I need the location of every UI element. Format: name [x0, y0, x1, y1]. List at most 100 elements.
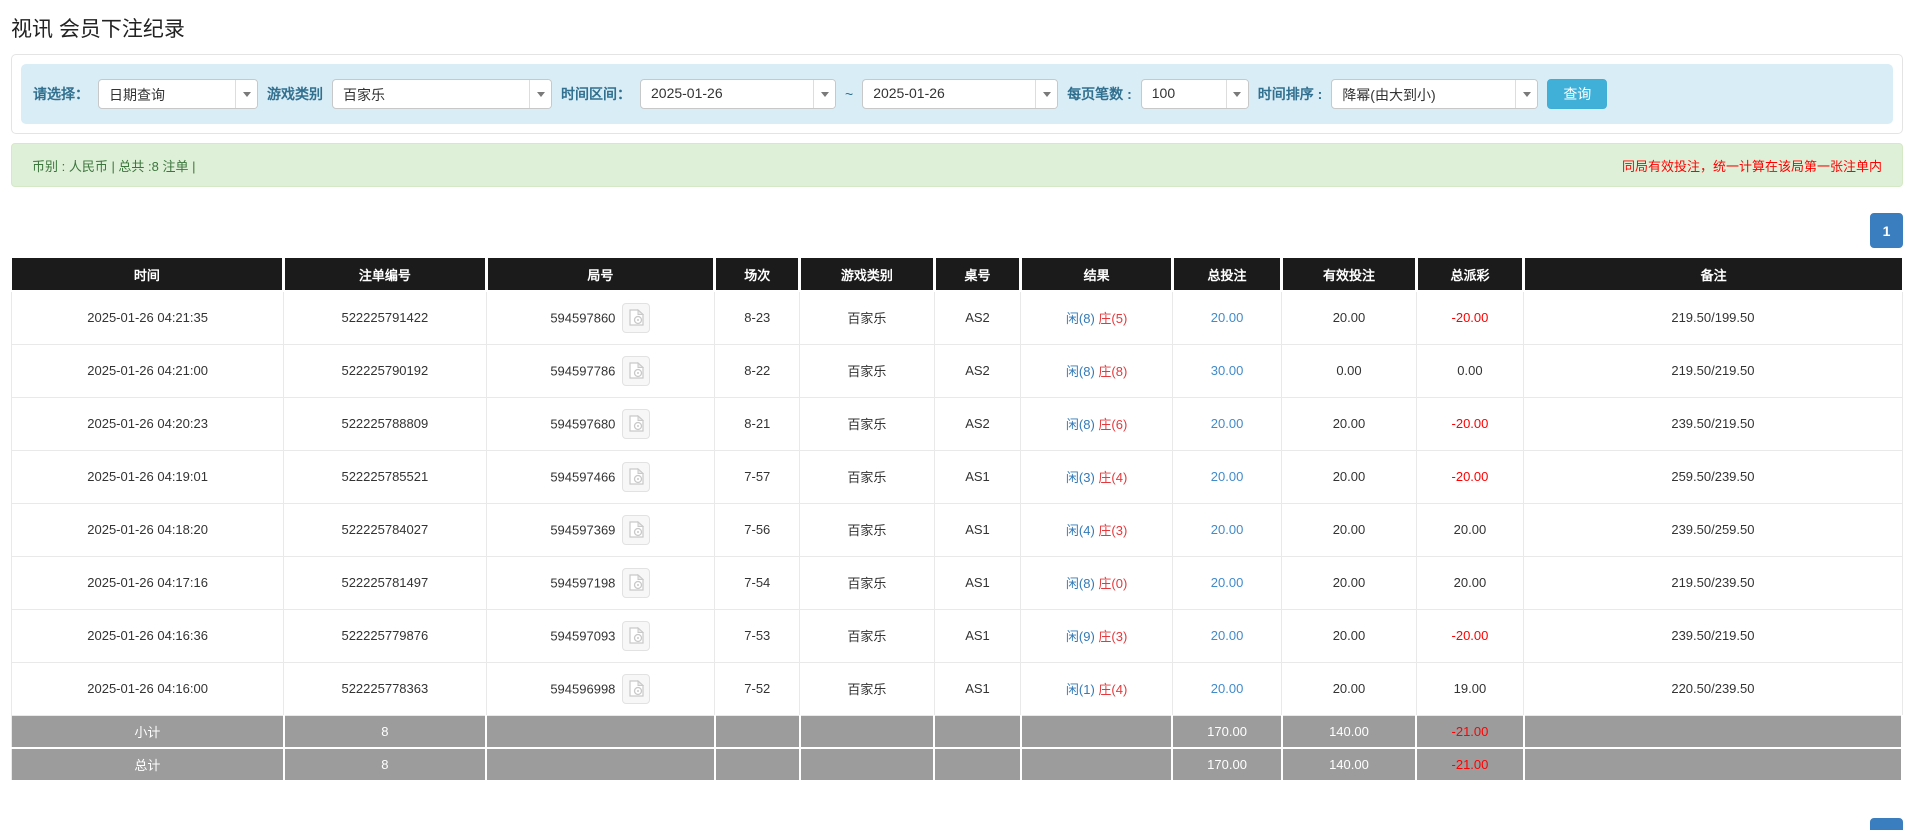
game-type-dropdown[interactable]: 百家乐 — [332, 79, 552, 109]
chevron-down-icon[interactable] — [1035, 80, 1057, 108]
cell-total-bet-link[interactable]: 20.00 — [1172, 503, 1282, 556]
video-replay-button[interactable] — [622, 462, 650, 492]
date-from-dropdown[interactable]: 2025-01-26 — [640, 79, 836, 109]
cell-valid-bet: 20.00 — [1282, 556, 1416, 609]
cell-remark: 239.50/219.50 — [1524, 397, 1902, 450]
page-1-button[interactable]: 1 — [1870, 213, 1903, 248]
date-to-dropdown[interactable]: 2025-01-26 — [862, 79, 1058, 109]
table-row: 2025-01-26 04:16:00 522225778363 5945969… — [12, 662, 1903, 715]
chevron-down-icon[interactable] — [1226, 80, 1248, 108]
page-1-button[interactable]: 1 — [1870, 818, 1903, 830]
summary-cell — [1524, 748, 1902, 781]
result-banker: 庄(0) — [1098, 576, 1127, 591]
result-player: 闲(3) — [1066, 470, 1095, 485]
result-player: 闲(1) — [1066, 682, 1095, 697]
cell-round-no: 594596998 — [486, 662, 715, 715]
cell-bet-no: 522225785521 — [284, 450, 486, 503]
date-range-separator: ~ — [845, 86, 853, 102]
summary-row: 小计8170.00140.00-21.00 — [12, 715, 1903, 748]
cell-round-no: 594597680 — [486, 397, 715, 450]
cell-game-type: 百家乐 — [800, 503, 934, 556]
summary-cell — [934, 715, 1021, 748]
date-from-value: 2025-01-26 — [641, 80, 813, 108]
round-number: 594597786 — [550, 363, 615, 378]
table-row: 2025-01-26 04:20:23 522225788809 5945976… — [12, 397, 1903, 450]
col-table-no: 桌号 — [934, 258, 1021, 291]
cell-round-no: 594597786 — [486, 344, 715, 397]
video-replay-button[interactable] — [622, 568, 650, 598]
cell-bet-no: 522225788809 — [284, 397, 486, 450]
select-mode-label: 请选择： — [33, 84, 89, 104]
pagination-top: 1 — [11, 213, 1903, 248]
summary-cell: 140.00 — [1282, 748, 1416, 781]
cell-payout: -20.00 — [1416, 450, 1524, 503]
cell-total-bet-link[interactable]: 20.00 — [1172, 397, 1282, 450]
cell-payout: 20.00 — [1416, 556, 1524, 609]
select-mode-dropdown[interactable]: 日期查询 — [98, 79, 258, 109]
cell-round-no: 594597093 — [486, 609, 715, 662]
chevron-down-icon[interactable] — [1515, 80, 1537, 108]
time-range-label: 时间区间： — [561, 84, 631, 104]
summary-cell — [1021, 715, 1172, 748]
cell-time: 2025-01-26 04:16:36 — [12, 609, 284, 662]
video-file-icon — [629, 680, 644, 697]
summary-row: 总计8170.00140.00-21.00 — [12, 748, 1903, 781]
video-replay-button[interactable] — [622, 674, 650, 704]
col-total-bet: 总投注 — [1172, 258, 1282, 291]
cell-payout: -20.00 — [1416, 397, 1524, 450]
cell-session: 8-23 — [715, 291, 800, 344]
summary-cell — [1021, 748, 1172, 781]
cell-remark: 259.50/239.50 — [1524, 450, 1902, 503]
cell-remark: 219.50/199.50 — [1524, 291, 1902, 344]
cell-total-bet-link[interactable]: 20.00 — [1172, 556, 1282, 609]
chevron-down-icon[interactable] — [235, 80, 257, 108]
cell-game-type: 百家乐 — [800, 609, 934, 662]
select-mode-value: 日期查询 — [99, 80, 235, 108]
cell-time: 2025-01-26 04:20:23 — [12, 397, 284, 450]
cell-result: 闲(3) 庄(4) — [1021, 450, 1172, 503]
cell-result: 闲(4) 庄(3) — [1021, 503, 1172, 556]
search-button[interactable]: 查询 — [1547, 79, 1607, 109]
cell-total-bet-link[interactable]: 20.00 — [1172, 662, 1282, 715]
table-foot: 小计8170.00140.00-21.00总计8170.00140.00-21.… — [12, 715, 1903, 781]
cell-time: 2025-01-26 04:19:01 — [12, 450, 284, 503]
video-replay-button[interactable] — [622, 409, 650, 439]
cell-valid-bet: 20.00 — [1282, 397, 1416, 450]
video-replay-button[interactable] — [622, 303, 650, 333]
video-file-icon — [629, 574, 644, 591]
cell-valid-bet: 0.00 — [1282, 344, 1416, 397]
cell-game-type: 百家乐 — [800, 291, 934, 344]
game-type-label: 游戏类别 — [267, 84, 323, 104]
chevron-down-icon[interactable] — [813, 80, 835, 108]
cell-total-bet-link[interactable]: 30.00 — [1172, 344, 1282, 397]
summary-cell — [715, 748, 800, 781]
time-order-dropdown[interactable]: 降幂(由大到小) — [1331, 79, 1538, 109]
time-order-label: 时间排序 : — [1258, 84, 1323, 104]
cell-valid-bet: 20.00 — [1282, 662, 1416, 715]
summary-notice: 同局有效投注，统一计算在该局第一张注单内 — [1622, 156, 1882, 175]
cell-table-no: AS1 — [934, 503, 1021, 556]
video-replay-button[interactable] — [622, 356, 650, 386]
cell-table-no: AS1 — [934, 609, 1021, 662]
page-title: 视讯 会员下注纪录 — [11, 13, 1903, 43]
cell-bet-no: 522225791422 — [284, 291, 486, 344]
bet-records-table: 时间 注单编号 局号 场次 游戏类别 桌号 结果 总投注 有效投注 总派彩 备注… — [11, 258, 1903, 782]
cell-result: 闲(8) 庄(8) — [1021, 344, 1172, 397]
video-file-icon — [629, 309, 644, 326]
result-player: 闲(8) — [1066, 576, 1095, 591]
cell-total-bet-link[interactable]: 20.00 — [1172, 291, 1282, 344]
summary-cell — [486, 715, 715, 748]
col-session: 场次 — [715, 258, 800, 291]
cell-payout: -20.00 — [1416, 291, 1524, 344]
cell-total-bet-link[interactable]: 20.00 — [1172, 609, 1282, 662]
video-replay-button[interactable] — [622, 515, 650, 545]
cell-total-bet-link[interactable]: 20.00 — [1172, 450, 1282, 503]
cell-bet-no: 522225781497 — [284, 556, 486, 609]
video-replay-button[interactable] — [622, 621, 650, 651]
chevron-down-icon[interactable] — [529, 80, 551, 108]
col-payout: 总派彩 — [1416, 258, 1524, 291]
cell-round-no: 594597369 — [486, 503, 715, 556]
page-size-dropdown[interactable]: 100 — [1141, 79, 1249, 109]
summary-cell — [715, 715, 800, 748]
result-player: 闲(9) — [1066, 629, 1095, 644]
